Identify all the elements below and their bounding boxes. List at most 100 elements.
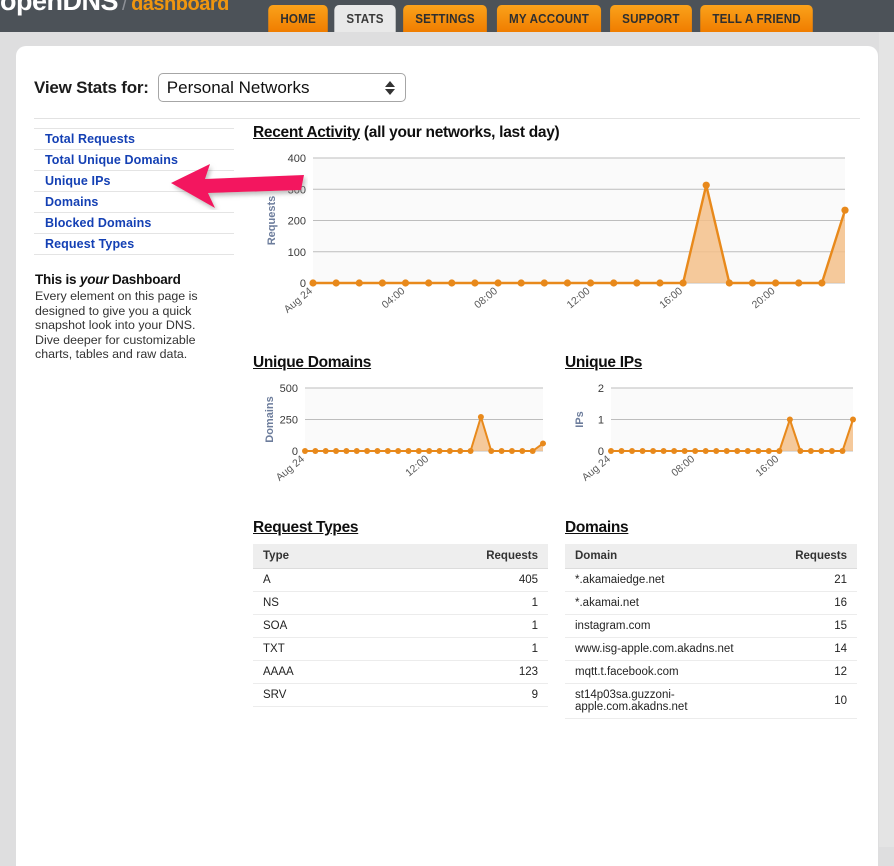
x-axis-tick-label: Aug 24 [282,285,315,316]
sidebar-item-total-requests[interactable]: Total Requests [34,128,234,149]
chart-data-point [795,279,802,286]
table-row: st14p03sa.guzzoni-apple.com.akadns.net10 [565,684,857,719]
blurb-body: Every element on this page is designed t… [35,289,220,362]
nav-tab-home[interactable]: HOME [268,5,328,32]
blurb-title-emphasis: your [80,272,108,287]
page-scrollbar[interactable] [879,32,894,847]
table-row: SOA1 [253,615,548,638]
chart-data-point [726,279,733,286]
chart-data-point [829,448,835,454]
chart-data-point [323,448,329,454]
logo-slash: / [118,0,131,15]
chart-data-point [333,448,339,454]
main-nav-tabs: HOME STATS SETTINGS MY ACCOUNT SUPPORT TELL A… [266,5,818,32]
col-type: Type [253,544,375,569]
chart-data-point [818,448,824,454]
y-axis-tick-label: 1 [598,415,604,427]
sidebar-links: Total RequestsTotal Unique DomainsUnique… [34,128,234,255]
table-row: *.akamai.net16 [565,592,857,615]
y-axis-tick-label: 2 [598,383,604,395]
chart-data-point [343,448,349,454]
table-header-row: Type Requests [253,544,548,569]
table-row: www.isg-apple.com.akadns.net14 [565,638,857,661]
y-axis-title: IPs [574,411,586,428]
chart-data-point [385,448,391,454]
cell-requests: 21 [785,569,857,592]
chart-data-point [354,448,360,454]
chart-data-point [839,448,845,454]
unique-domains-title-text: Unique Domains [253,354,371,371]
chart-data-point [724,448,730,454]
sidebar-item-request-types[interactable]: Request Types [34,233,234,255]
nav-tab-tell-a-friend[interactable]: TELL A FRIEND [701,5,814,32]
table-row: NS1 [253,592,548,615]
nav-tab-stats[interactable]: STATS [335,5,396,32]
chart-data-point [457,448,463,454]
nav-tab-support[interactable]: SUPPORT [610,5,692,32]
x-axis-tick-label: 12:00 [403,453,431,479]
sidebar-item-domains[interactable]: Domains [34,191,234,212]
logo-open-text: open [0,0,63,16]
chart-data-point [530,448,536,454]
chart-data-point [519,448,525,454]
x-axis-tick-label: 16:00 [753,453,781,479]
cell-domain: www.isg-apple.com.akadns.net [565,638,785,661]
request-types-block: Request Types Type Requests A405NS1SOA1T… [253,519,565,719]
cell-domain: mqtt.t.facebook.com [565,661,785,684]
nav-tab-label: SETTINGS [416,12,476,26]
chart-data-point [395,448,401,454]
network-select[interactable]: Personal Networks [158,73,406,102]
cell-requests: 12 [785,661,857,684]
chart-data-point [312,448,318,454]
table-row: mqtt.t.facebook.com12 [565,661,857,684]
chart-data-point [468,448,474,454]
chart-data-point [478,414,484,420]
x-axis-tick-label: 08:00 [472,285,500,311]
chart-data-point [797,448,803,454]
blurb-title-pre: This is [35,272,80,287]
y-axis-tick-label: 200 [288,216,306,228]
recent-activity-chart[interactable]: 0100200300400RequestsAug 2404:0008:0012:… [253,148,863,328]
chart-data-point [610,279,617,286]
sidebar-item-blocked-domains[interactable]: Blocked Domains [34,212,234,233]
chart-data-point [309,279,316,286]
sidebar-item-unique-ips[interactable]: Unique IPs [34,170,234,191]
chart-data-point [471,279,478,286]
chart-data-point [448,279,455,286]
nav-tab-settings[interactable]: SETTINGS [404,5,488,32]
table-row: instagram.com15 [565,615,857,638]
unique-ips-chart[interactable]: 012IPsAug 2408:0016:00 [565,378,863,493]
select-stepper-icon [385,81,395,95]
chart-data-point [776,448,782,454]
cell-type: NS [253,592,375,615]
unique-ips-title: Unique IPs [565,354,863,372]
table-row: SRV9 [253,684,548,707]
domains-title-text: Domains [565,519,628,536]
cell-requests: 14 [785,638,857,661]
unique-domains-chart[interactable]: 0250500DomainsAug 2412:00 [253,378,565,493]
nav-tab-my-account[interactable]: MY ACCOUNT [496,5,600,32]
table-row: A405 [253,569,548,592]
sidebar-item-total-unique-domains[interactable]: Total Unique Domains [34,149,234,170]
chart-data-point [564,279,571,286]
cell-type: SRV [253,684,375,707]
opendns-logo[interactable]: openDNS/dashboard [0,0,229,17]
sidebar-blurb: This is your Dashboard Every element on … [34,272,220,362]
recent-activity-subtitle: (all your networks, last day) [360,124,559,141]
x-axis-tick-label: Aug 24 [274,453,307,484]
chart-data-point [787,417,793,423]
domains-block: Domains Domain Requests *.akamaiedge.net… [565,519,863,719]
col-requests: Requests [785,544,857,569]
chart-data-point [437,448,443,454]
chart-data-point [402,279,409,286]
top-navigation-bar: openDNS/dashboard HOME STATS SETTINGS MY AC… [0,0,894,32]
x-axis-tick-label: 20:00 [750,285,778,311]
cell-requests: 405 [375,569,548,592]
chart-data-point [374,448,380,454]
view-stats-control-row: View Stats for: Personal Networks [34,73,406,102]
domains-table: Domain Requests *.akamaiedge.net21*.akam… [565,544,857,719]
y-axis-title: Domains [264,396,276,442]
chart-data-point [679,279,686,286]
stats-page-card: View Stats for: Personal Networks Total … [16,46,878,866]
chart-data-point [379,279,386,286]
